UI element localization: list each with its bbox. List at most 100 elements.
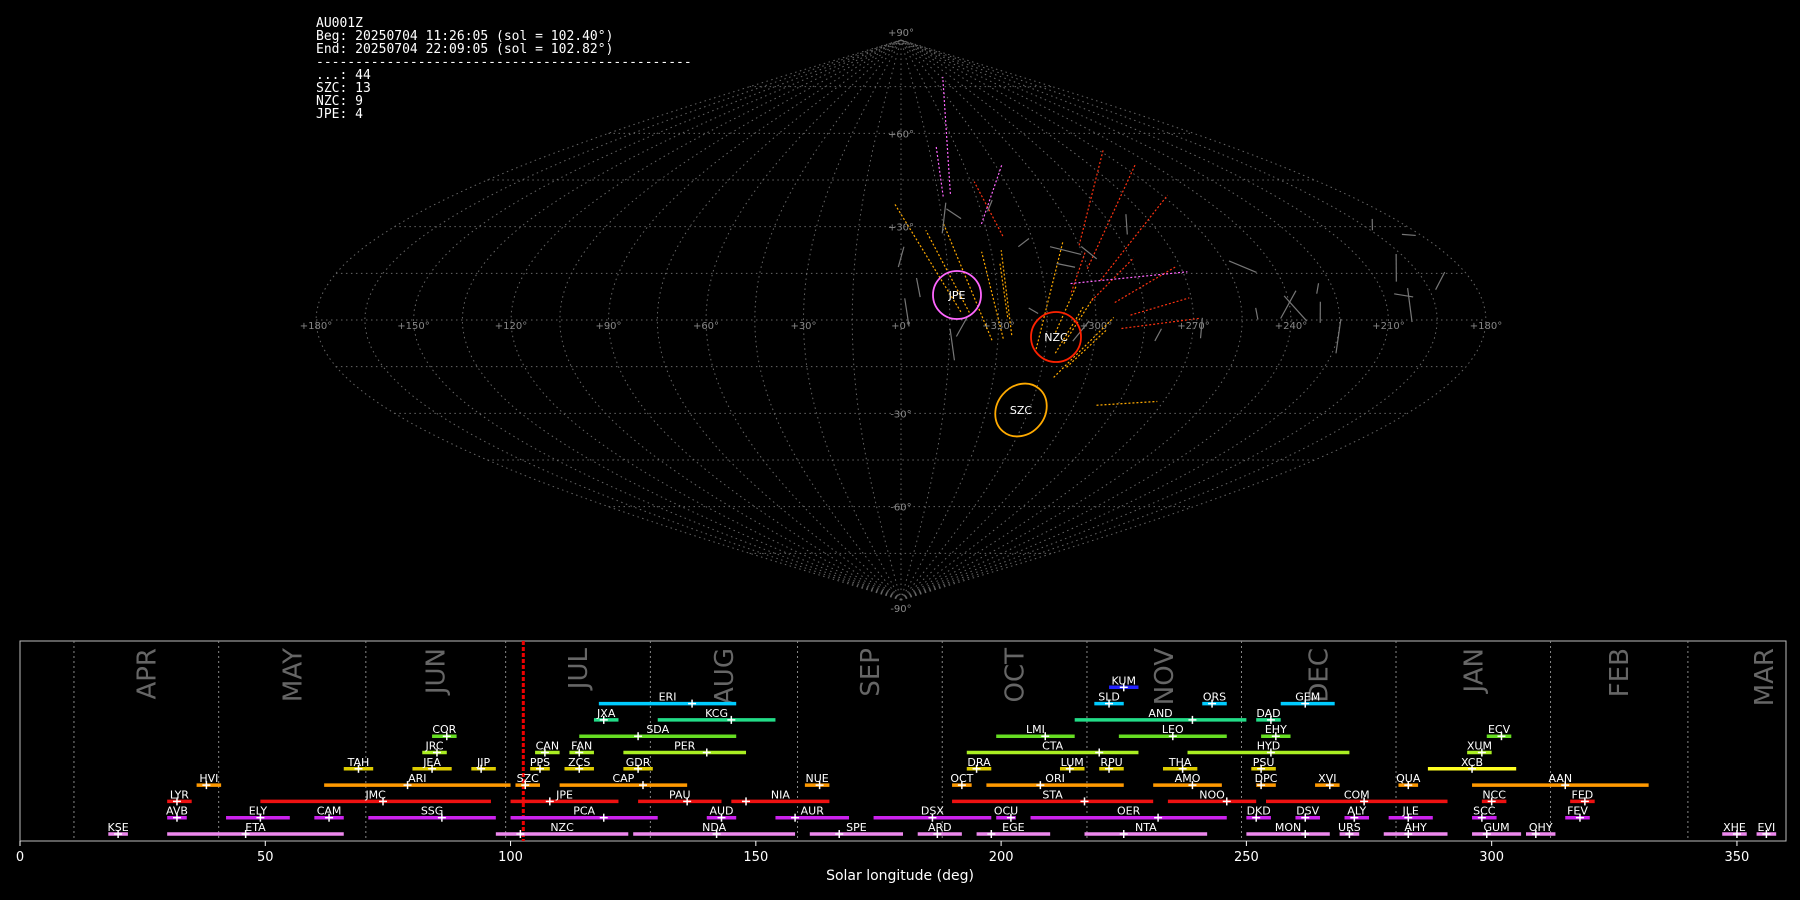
shower-label-ari: ARI (408, 772, 426, 785)
sporadic-trace (915, 277, 921, 298)
sporadic-trace (1283, 295, 1308, 322)
shower-label-and: AND (1148, 707, 1172, 720)
shower-label-gum: GUM (1484, 821, 1510, 834)
shower-label-jpe: JPE (555, 788, 573, 801)
shower-timeline: APR MAY JUN JUL AUG SEP OCT NOV DEC JAN FEB MARKUME… (16, 640, 1787, 865)
shower-label-nzc: NZC (550, 821, 574, 834)
meteor-trace (1054, 286, 1077, 333)
shower-can: CAN (535, 740, 560, 757)
x-tick-label: 350 (1725, 850, 1750, 865)
shower-label-dkd: DKD (1247, 805, 1271, 818)
radiant-label-szc: SZC (1010, 404, 1033, 417)
shower-label-aud: AUD (709, 805, 733, 818)
shower-label-dra: DRA (967, 756, 991, 769)
lat-label: +90° (888, 28, 914, 39)
lat-label: +60° (888, 129, 914, 140)
shower-tah: TAH (343, 756, 374, 773)
shower-label-ocu: OCU (994, 805, 1018, 818)
shower-label-amo: AMO (1175, 772, 1201, 785)
info-count-0: ...: 44 (316, 68, 371, 83)
shower-cam: CAM (314, 805, 344, 822)
sporadic-trace (1255, 307, 1259, 320)
radiant-label-nzc: NZC (1044, 331, 1068, 344)
sky-grid (315, 39, 1487, 601)
shower-label-szc: SZC (517, 772, 540, 785)
shower-avb: AVB (166, 805, 188, 822)
month-label-oct: OCT (1001, 648, 1031, 703)
shower-label-avb: AVB (166, 805, 188, 818)
shower-label-hvi: HVI (199, 772, 218, 785)
shower-qua: QUA (1396, 772, 1421, 790)
shower-label-dsx: DSX (921, 805, 944, 818)
lon-label: +270° (1177, 321, 1209, 332)
sporadic-trace (1056, 262, 1076, 268)
x-tick-label: 100 (498, 850, 523, 865)
shower-label-jrc: JRC (425, 740, 444, 753)
shower-label-jmc: JMC (364, 788, 386, 801)
sporadic-trace (1017, 238, 1030, 248)
shower-label-cam: CAM (317, 805, 342, 818)
radiant-label-jpe: JPE (948, 289, 966, 302)
lat-label: -90° (890, 604, 911, 615)
shower-label-eta: ETA (245, 821, 266, 834)
shower-label-nue: NUE (806, 772, 829, 785)
shower-label-lyr: LYR (170, 788, 189, 801)
shower-label-ehy: EHY (1265, 723, 1287, 736)
shower-label-ege: EGE (1002, 821, 1024, 834)
shower-fed: FED (1570, 788, 1595, 806)
shower-label-jea: JEA (422, 756, 441, 769)
info-count-1: SZC: 13 (316, 81, 371, 96)
sporadic-trace (1125, 214, 1128, 235)
shower-label-cta: CTA (1042, 740, 1064, 753)
shower-label-spe: SPE (846, 821, 867, 834)
meteor-trace (1100, 194, 1169, 281)
shower-ecv: ECV (1486, 723, 1512, 741)
shower-label-ncc: NCC (1482, 788, 1506, 801)
shower-label-eri: ERI (659, 691, 677, 704)
shower-jxa: JXA (593, 707, 619, 724)
shower-label-nia: NIA (771, 788, 790, 801)
lon-label: +180° (1470, 321, 1502, 332)
lon-label: +30° (790, 321, 816, 332)
sporadic-trace (1049, 246, 1082, 255)
shower-pps: PPS (530, 756, 550, 773)
meteor-trace (1078, 150, 1104, 246)
sporadic-trace (1394, 293, 1414, 298)
month-label-jan: JAN (1459, 648, 1489, 694)
shower-label-sld: SLD (1098, 691, 1120, 704)
meridian-line (656, 39, 902, 601)
shower-label-ors: ORS (1203, 691, 1226, 704)
x-tick-label: 250 (1234, 850, 1259, 865)
shower-label-cap: CAP (612, 772, 634, 785)
shower-aly: ALY (1344, 805, 1370, 822)
sporadic-trace (1028, 307, 1039, 315)
shower-hvi: HVI (196, 772, 222, 790)
shower-label-gdr: GDR (626, 756, 651, 769)
shower-kum: KUM (1109, 674, 1139, 692)
shower-label-fan: FAN (571, 740, 592, 753)
shower-label-ssg: SSG (421, 805, 444, 818)
shower-label-jxa: JXA (596, 707, 616, 720)
month-label-mar: MAR (1750, 648, 1780, 706)
sporadic-trace (1406, 288, 1413, 323)
shower-dad: DAD (1256, 707, 1281, 724)
lon-label: +210° (1372, 321, 1404, 332)
shower-label-dsv: DSV (1296, 805, 1319, 818)
shower-sld: SLD (1094, 691, 1124, 708)
shower-label-ard: ARD (928, 821, 952, 834)
x-tick-label: 200 (989, 850, 1014, 865)
shower-label-gem: GEM (1295, 691, 1320, 704)
shower-label-lmi: LMI (1026, 723, 1045, 736)
shower-label-pca: PCA (573, 805, 595, 818)
lon-label: +180° (300, 321, 332, 332)
month-label-apr: APR (132, 648, 162, 700)
lon-label: +60° (693, 321, 719, 332)
shower-label-evi: EVI (1758, 821, 1776, 834)
shower-fan: FAN (569, 740, 594, 757)
shower-label-jle: JLE (1402, 805, 1419, 818)
meridian-line (559, 39, 902, 601)
shower-label-fed: FED (1572, 788, 1594, 801)
sporadic-trace (1401, 233, 1416, 237)
shower-label-can: CAN (536, 740, 559, 753)
meteor-trace (980, 163, 1003, 225)
